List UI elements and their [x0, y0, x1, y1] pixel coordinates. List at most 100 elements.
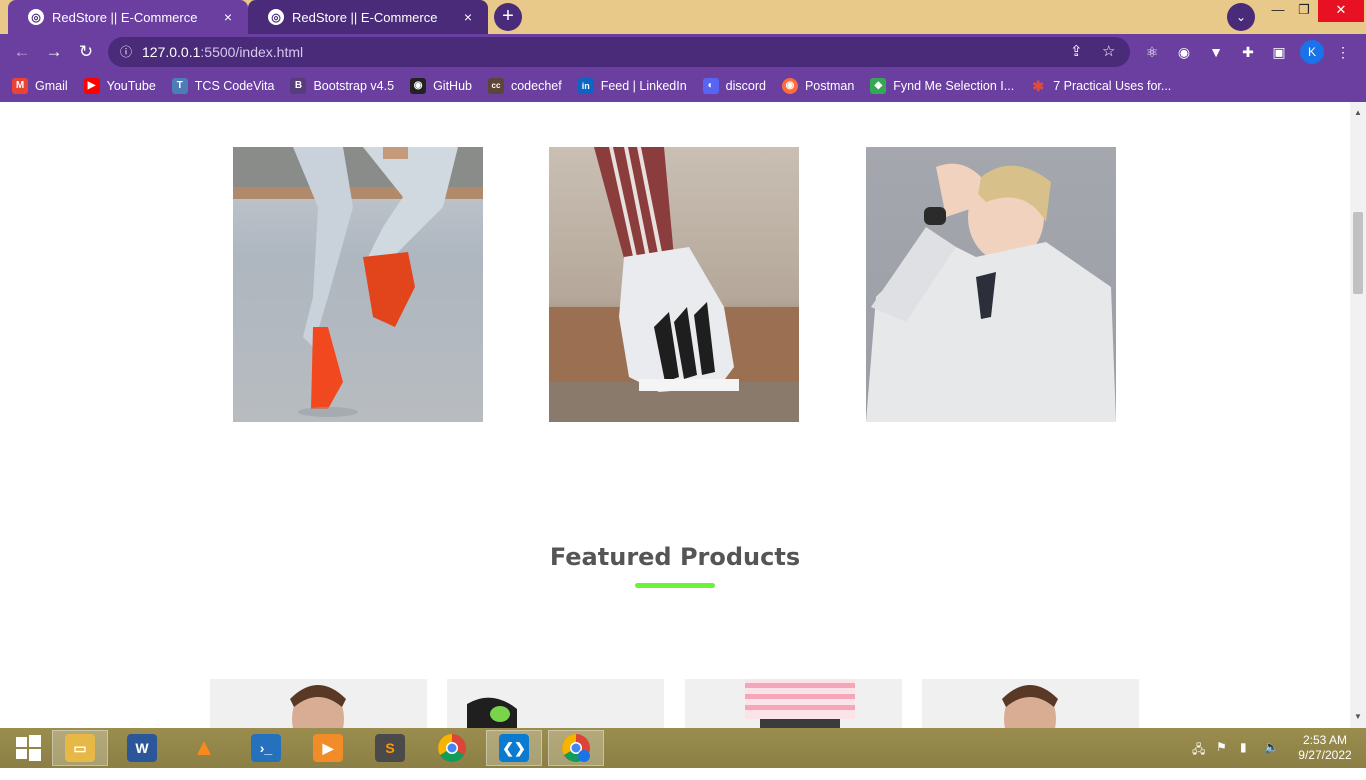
menu-kebab-icon[interactable]: ⋮ — [1332, 41, 1354, 63]
bookmark-linkedin[interactable]: in Feed | LinkedIn — [577, 78, 687, 94]
bookmark-youtube[interactable]: ▶ YouTube — [83, 78, 156, 94]
reload-button[interactable]: ↻ — [73, 39, 99, 65]
product-image — [745, 679, 855, 728]
forward-button[interactable]: → — [41, 39, 67, 65]
scroll-down-icon[interactable]: ▼ — [1354, 712, 1362, 721]
bookmark-label: discord — [725, 79, 766, 93]
product-card[interactable] — [922, 679, 1139, 728]
codechef-icon: cc — [487, 78, 504, 94]
bookmark-gmail[interactable]: M Gmail — [12, 78, 68, 94]
bookmark-discord[interactable]: ◐ discord — [702, 78, 766, 94]
windows-taskbar: ▭ W ▲ ›_ ▶ S ❮❯ 🖧 ⚑ ▮ 🔈 2:53 AM 9/27/202… — [0, 728, 1366, 768]
bookmark-star-icon[interactable]: ☆ — [1102, 37, 1115, 67]
product-card[interactable] — [210, 679, 427, 728]
chrome-taskbar[interactable] — [424, 730, 480, 766]
extensions-puzzle-icon[interactable]: ✚ — [1237, 41, 1259, 63]
bookmark-label: GitHub — [433, 79, 472, 93]
file-explorer-taskbar[interactable]: ▭ — [52, 730, 108, 766]
title-underline — [635, 583, 715, 588]
bookmark-practical-uses[interactable]: ✱ 7 Practical Uses for... — [1030, 78, 1171, 94]
volume-icon[interactable]: 🔈 — [1264, 740, 1279, 780]
vlc-taskbar[interactable]: ▲ — [176, 730, 232, 766]
site-info-icon[interactable]: ⓘ — [120, 37, 132, 67]
sneakers-photo — [233, 147, 483, 417]
toolbar: ← → ↻ ⓘ 127.0.0.1:5500/index.html ⇪ ☆ ⚛ … — [0, 34, 1366, 70]
power-icon[interactable]: ▮ — [1240, 740, 1247, 780]
url-host: 127.0.0.1 — [142, 44, 201, 60]
tab-title: RedStore || E-Commerce — [292, 9, 438, 25]
bookmark-tcs-codevita[interactable]: T TCS CodeVita — [171, 78, 275, 94]
product-card[interactable] — [447, 679, 664, 728]
page-scrollbar[interactable]: ▲ ▼ — [1350, 102, 1366, 728]
gmail-icon: M — [12, 78, 28, 94]
featured-products-title: Featured Products — [549, 543, 801, 571]
asterisk-icon: ✱ — [1032, 78, 1045, 94]
back-button[interactable]: ← — [9, 39, 35, 65]
powershell-taskbar[interactable]: ›_ — [238, 730, 294, 766]
word-icon: W — [127, 734, 157, 762]
tab-redstore-2[interactable]: ◎ RedStore || E-Commerce × — [248, 0, 488, 34]
chrome-profile-taskbar[interactable] — [548, 730, 604, 766]
side-panel-icon[interactable]: ▣ — [1268, 41, 1290, 63]
system-clock[interactable]: 2:53 AM 9/27/2022 — [1290, 733, 1360, 763]
sublime-icon: S — [375, 734, 405, 762]
product-card[interactable] — [685, 679, 902, 728]
scrollbar-thumb[interactable] — [1353, 212, 1363, 294]
extension-icon[interactable]: ◉ — [1173, 41, 1195, 63]
bookmark-label: 7 Practical Uses for... — [1053, 79, 1172, 93]
react-devtools-icon[interactable]: ⚛ — [1141, 41, 1163, 63]
youtube-icon: ▶ — [83, 78, 100, 94]
page-viewport: Featured Products — [0, 102, 1350, 728]
tab-search-button[interactable]: ⌄ — [1227, 3, 1255, 31]
bookmark-label: Feed | LinkedIn — [600, 79, 687, 93]
globe-icon: ◎ — [28, 9, 44, 25]
tab-title: RedStore || E-Commerce — [52, 9, 198, 25]
network-icon[interactable]: 🖧 — [1192, 740, 1205, 780]
tab-redstore-active[interactable]: ◎ RedStore || E-Commerce × — [8, 0, 248, 34]
tab-strip: ◎ RedStore || E-Commerce × ◎ RedStore ||… — [0, 0, 1366, 34]
chrome-icon — [438, 734, 466, 762]
bookmark-label: Fynd Me Selection I... — [893, 79, 1015, 93]
scroll-up-icon[interactable]: ▲ — [1354, 108, 1362, 117]
bookmark-codechef[interactable]: cc codechef — [487, 78, 562, 94]
powershell-icon: ›_ — [251, 734, 281, 762]
address-bar[interactable]: ⓘ 127.0.0.1:5500/index.html ⇪ ☆ — [108, 37, 1130, 67]
bookmark-label: TCS CodeVita — [194, 79, 275, 93]
flag-icon[interactable]: ⚑ — [1216, 740, 1227, 780]
sublime-taskbar[interactable]: S — [362, 730, 418, 766]
share-icon[interactable]: ⇪ — [1070, 37, 1083, 67]
profile-avatar[interactable]: K — [1300, 40, 1324, 64]
github-icon: ◉ — [410, 78, 427, 94]
discord-icon: ◐ — [702, 78, 719, 94]
new-tab-button[interactable]: + — [494, 3, 522, 31]
category-image-hoodie-woman[interactable] — [866, 147, 1116, 422]
vscode-taskbar[interactable]: ❮❯ — [486, 730, 542, 766]
bookmark-postman[interactable]: ◉ Postman — [781, 78, 855, 94]
vue-devtools-icon[interactable]: ▼ — [1205, 41, 1227, 63]
close-tab-icon[interactable]: × — [460, 9, 476, 25]
bookmark-label: codechef — [510, 79, 562, 93]
bootstrap-icon: B — [290, 78, 307, 94]
bookmark-label: Postman — [804, 79, 855, 93]
start-button[interactable] — [0, 730, 56, 766]
bookmark-github[interactable]: ◉ GitHub — [410, 78, 472, 94]
close-window-button[interactable]: ✕ — [1318, 0, 1364, 22]
clock-date: 9/27/2022 — [1298, 748, 1352, 762]
linkedin-icon: in — [577, 78, 594, 94]
globe-icon: ◎ — [268, 9, 284, 25]
category-image-sneakers-orange[interactable] — [233, 147, 483, 422]
bookmark-label: YouTube — [106, 79, 156, 93]
bookmark-bootstrap[interactable]: B Bootstrap v4.5 — [290, 78, 394, 94]
category-image-superstar-shoe[interactable] — [549, 147, 799, 422]
bookmarks-bar: M Gmail ▶ YouTube T TCS CodeVita B Bootstrap… — [0, 70, 1366, 102]
bookmark-fynd[interactable]: ◆ Fynd Me Selection I... — [870, 78, 1014, 94]
chrome-profile-icon — [562, 734, 590, 762]
product-image — [290, 685, 346, 728]
product-image — [467, 697, 517, 728]
folder-icon: ▭ — [65, 734, 95, 762]
word-taskbar[interactable]: W — [114, 730, 170, 766]
media-player-taskbar[interactable]: ▶ — [300, 730, 356, 766]
close-tab-icon[interactable]: × — [220, 9, 236, 25]
postman-icon: ◉ — [781, 78, 798, 94]
windows-logo-icon — [16, 735, 41, 761]
